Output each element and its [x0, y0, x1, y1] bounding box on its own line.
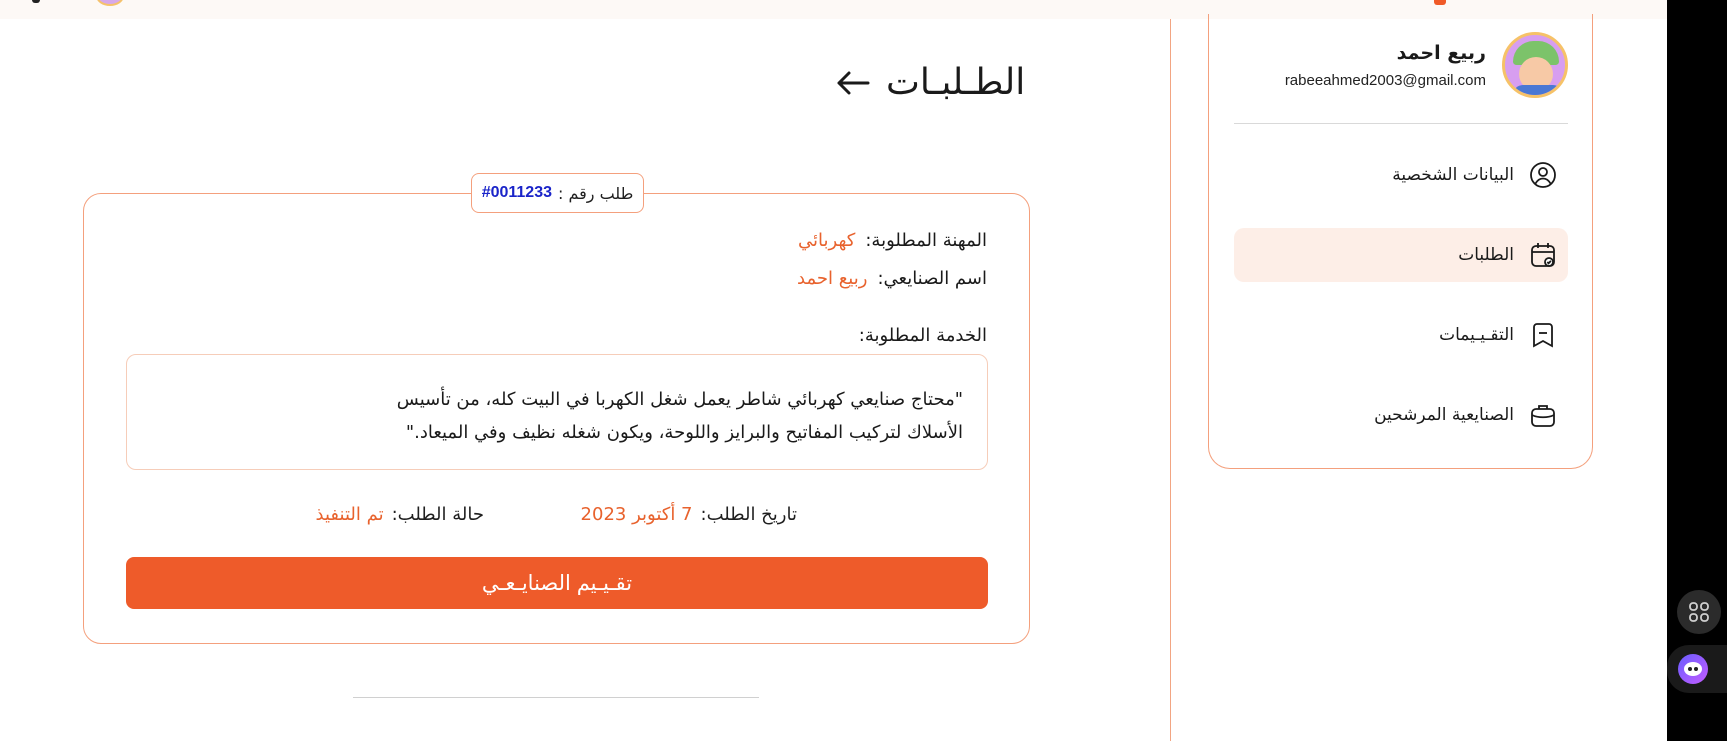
account-sidebar: ربيع احمد rabeeahmed2003@gmail.com البيا…: [1208, 14, 1593, 469]
profession-label: المهنة المطلوبة:: [865, 230, 987, 251]
arrow-left-icon: [837, 71, 870, 94]
sidebar-item-label: الطلبات: [1458, 245, 1514, 265]
profile-name: ربيع احمد: [1396, 41, 1486, 64]
order-date-label: تاريخ الطلب:: [700, 504, 798, 525]
service-description: "محتاج صنايعي كهربائي شاطر يعمل شغل الكه…: [126, 354, 988, 470]
worker-label: اسم الصنايعي:: [877, 268, 987, 289]
page-title: الطـلبـات: [886, 62, 1026, 103]
status-badge: تم التنفيذ: [315, 504, 384, 525]
order-card: المهنة المطلوبة: كهربائي اسم الصنايعي: ر…: [83, 193, 1030, 644]
order-number-tag: طلب رقم : #0011233: [471, 173, 644, 213]
profession-row: المهنة المطلوبة: كهربائي: [798, 230, 987, 251]
sidebar-item-ratings[interactable]: التقـيـيمات: [1234, 308, 1568, 362]
profile-separator: [1234, 123, 1568, 124]
order-number: #0011233: [481, 184, 552, 201]
rate-worker-button[interactable]: تقـيـيم الصنايـعـي: [126, 557, 988, 609]
briefcase-icon: [1528, 400, 1558, 430]
service-description-line: "محتاج صنايعي كهربائي شاطر يعمل شغل الكه…: [396, 389, 963, 410]
sidebar-item-label: الصنايعية المرشحين: [1374, 405, 1514, 425]
worker-name-value: ربيع احمد: [797, 268, 868, 289]
service-label: الخدمة المطلوبة:: [858, 325, 987, 346]
apps-grid-button[interactable]: [1677, 590, 1721, 634]
sidebar-item-orders[interactable]: الطلبات: [1234, 228, 1568, 282]
sidebar-item-recommended-workers[interactable]: الصنايعية المرشحين: [1234, 388, 1568, 442]
avatar[interactable]: [1502, 32, 1568, 98]
profile-summary: ربيع احمد rabeeahmed2003@gmail.com: [1285, 32, 1568, 98]
sidebar-item-label: البيانات الشخصية: [1392, 165, 1514, 185]
back-button[interactable]: [834, 64, 872, 102]
bot-face-icon: [1684, 662, 1702, 676]
assistant-bot-button[interactable]: [1678, 654, 1708, 684]
profile-email: rabeeahmed2003@gmail.com: [1284, 71, 1486, 89]
bookmark-icon: [1528, 320, 1558, 350]
order-number-label: طلب رقم :: [558, 183, 634, 203]
bottom-divider: [353, 697, 759, 698]
service-description-line: الأسلاك لتركيب المفاتيح والبرايز واللوحة…: [405, 422, 963, 443]
user-circle-icon: [1528, 160, 1558, 190]
order-date: تاريخ الطلب: 7 أكتوبر 2023: [581, 504, 797, 525]
header-edge-element: [32, 0, 40, 3]
order-date-value: 7 أكتوبر 2023: [580, 504, 693, 525]
apps-grid-icon: [1689, 602, 1709, 622]
header-avatar[interactable]: [96, 0, 124, 6]
order-status: حالة الطلب: تم التنفيذ: [316, 504, 484, 525]
page-header: الطـلبـات: [834, 62, 1034, 103]
worker-row: اسم الصنايعي: ربيع احمد: [797, 268, 987, 289]
sidebar-item-personal-info[interactable]: البيانات الشخصية: [1234, 148, 1568, 202]
service-row: الخدمة المطلوبة:: [859, 325, 987, 346]
profession-value: كهربائي: [798, 230, 856, 251]
sidebar-item-label: التقـيـيمات: [1439, 325, 1514, 345]
content-divider: [1170, 19, 1171, 741]
sidebar-menu: البيانات الشخصية الطلبات التقـيـيمات الص…: [1234, 148, 1568, 468]
calendar-check-icon: [1528, 240, 1558, 270]
brand-logo-fragment: [1434, 0, 1446, 5]
order-status-label: حالة الطلب:: [391, 504, 484, 525]
